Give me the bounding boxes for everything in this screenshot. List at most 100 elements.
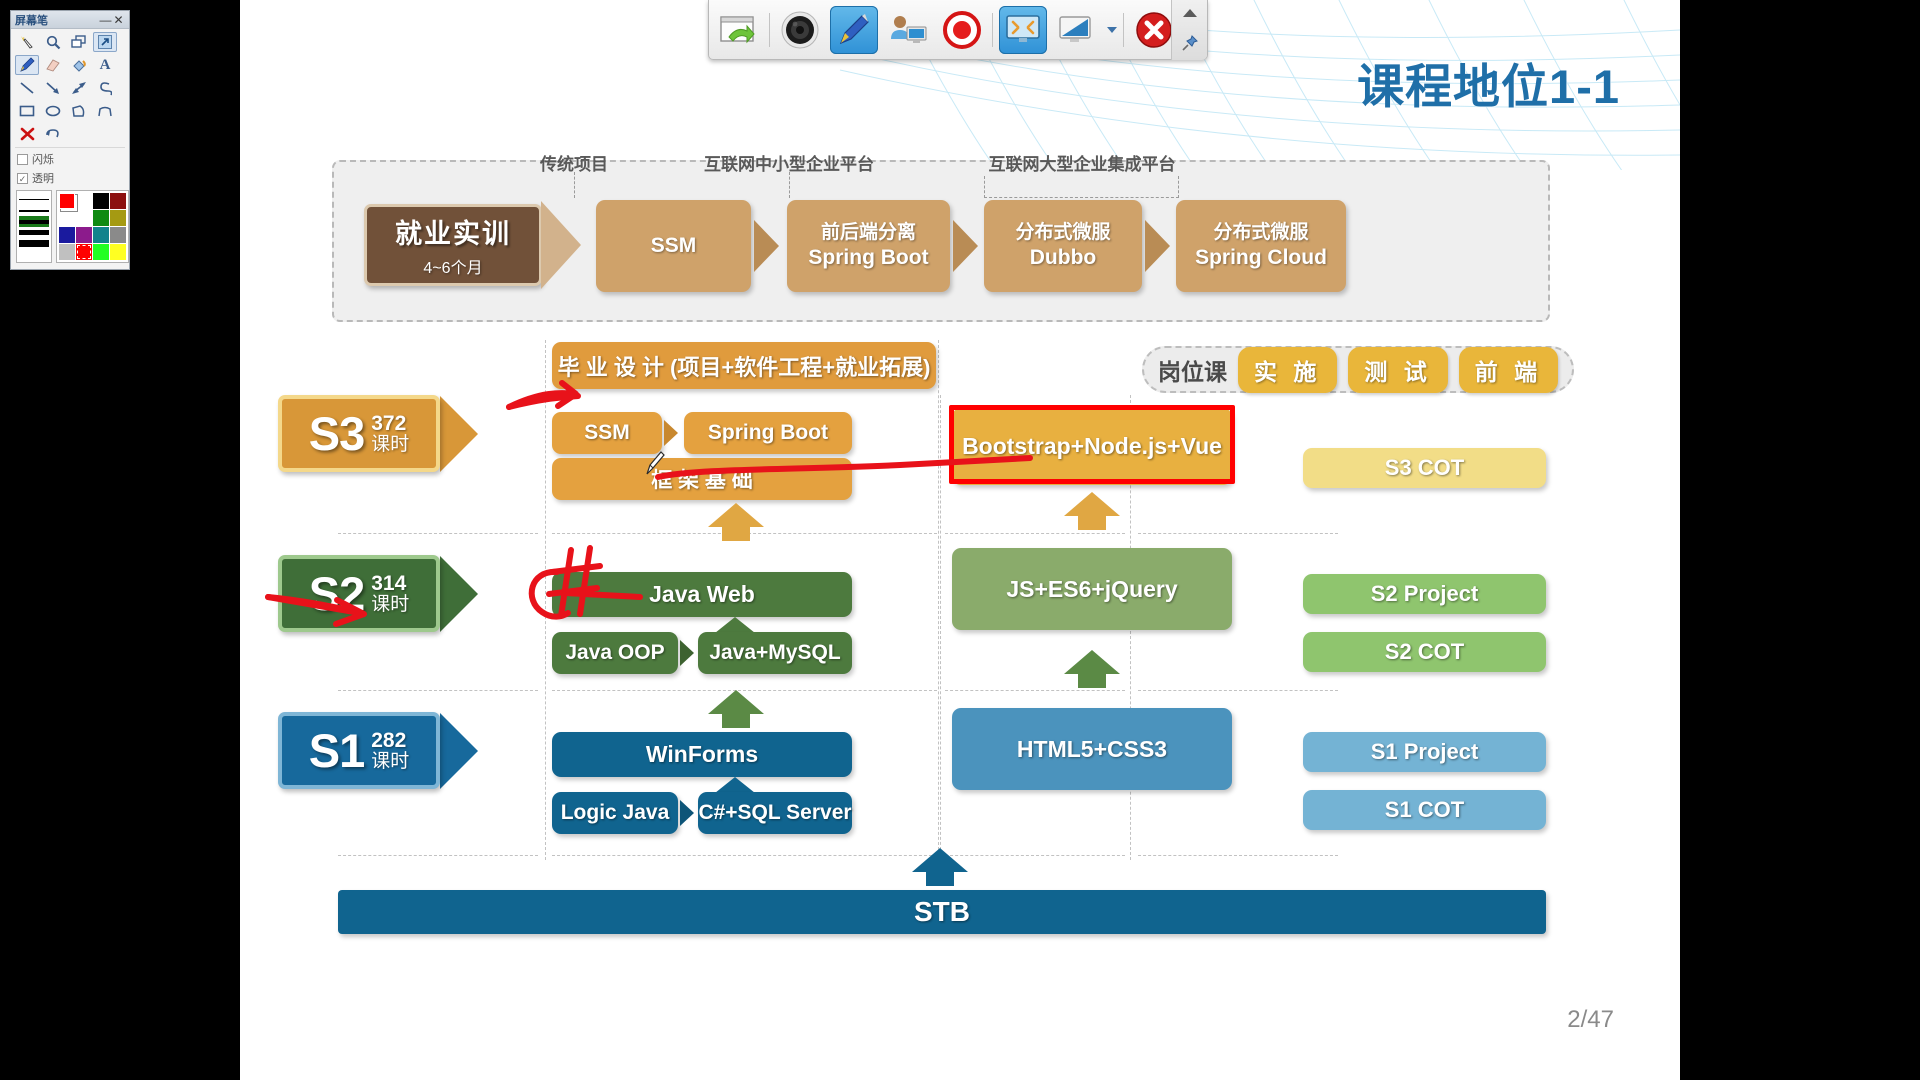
webcam-icon[interactable] [776,6,824,54]
delete-icon[interactable] [15,124,39,144]
stroke-width-picker[interactable] [16,190,52,263]
up-arrow-s2-to-s3-mid [708,503,764,541]
line-icon[interactable] [15,78,39,98]
pin-icon[interactable] [1181,34,1199,52]
flow-arrow-0 [541,201,581,289]
stage-badge-s3: S3 372 课时 [278,395,478,472]
stroke-width-2[interactable] [19,205,49,216]
palette-swatch-gray[interactable] [110,227,126,243]
screen-root: 课程地位1-1 2/47 传统项目 互联网中小型企业平台 互联网大型企业集成平台… [0,0,1920,1080]
palette-swatch-navy[interactable] [59,227,75,243]
page-title: 课程地位1-1 [1357,60,1620,113]
job-course-pill-1[interactable]: 测 试 [1348,346,1448,393]
palette-swatch-black[interactable] [93,193,109,209]
curve-icon[interactable] [93,78,117,98]
current-color-swatch[interactable] [59,193,75,209]
arrow-out-icon[interactable] [93,32,117,52]
pen-toolrow-3 [11,98,129,121]
palette-swatch-red[interactable] [76,244,92,260]
fill-icon[interactable] [67,55,91,75]
stage-arrow-s3 [440,395,478,472]
rect-icon[interactable] [15,101,39,121]
pen-icon[interactable] [830,5,878,54]
palette-swatch-purple[interactable] [76,227,92,243]
row-separator-far-1 [1138,533,1338,534]
caption-tick [574,172,575,198]
row-separator-far-2 [1138,690,1338,691]
slide-canvas: 课程地位1-1 2/47 传统项目 互联网中小型企业平台 互联网大型企业集成平台… [240,0,1680,1080]
toolbar-divider-2 [992,12,993,47]
row-separator-left-2 [338,690,538,691]
employment-track-band: 传统项目 互联网中小型企业平台 互联网大型企业集成平台 就业实训 4~6个月 S… [332,155,1550,322]
palette-swatch-silver[interactable] [59,244,75,260]
transparent-label: 透明 [32,173,54,185]
screen-pen-window[interactable]: 屏幕笔 — ✕ A 闪烁 ✓ 透明 [10,10,130,270]
ellipse-icon[interactable] [41,101,65,121]
mid-s3-springboot: Spring Boot [684,412,852,454]
arrow-icon[interactable] [41,78,65,98]
column-divider-1 [940,395,941,860]
far-s2-cot: S2 COT [1303,632,1546,672]
track-box-ssm: SSM [596,200,751,292]
text-icon[interactable]: A [93,55,117,75]
freeform-icon[interactable] [93,101,117,121]
presenter-icon[interactable] [884,6,932,54]
zoom-icon[interactable] [41,32,65,52]
chevron-down-icon[interactable] [1107,26,1117,33]
collapse-icon[interactable] [1182,8,1197,17]
toolbar-divider-3 [1123,12,1124,47]
fullscreen-icon[interactable] [999,5,1047,54]
pen-bottom-panel [11,186,129,267]
blink-checkbox-box[interactable] [17,153,28,165]
row-separator-left-1 [338,533,538,534]
right-s3-bootstrap: Bootstrap+Node.js+Vue [952,408,1232,485]
transparent-checkbox[interactable]: ✓ 透明 [11,167,129,186]
stage-name-s3: S3 [308,407,365,460]
undo-icon[interactable] [41,124,65,144]
track-box-springboot: 前后端分离 Spring Boot [787,200,950,292]
palette-swatch-olive[interactable] [110,210,126,226]
mouse-cursor-pencil [646,451,665,475]
track-box-dubbo: 分布式微服 Dubbo [984,200,1142,292]
stroke-width-1[interactable] [19,194,49,205]
stage-name-s1: S1 [308,724,365,777]
palette-swatch-darkred[interactable] [110,193,126,209]
flow-arrow-2 [953,220,978,272]
graduation-design-pill: 毕 业 设 计 (项目+软件工程+就业拓展) [552,342,936,389]
double-arrow-icon[interactable] [67,78,91,98]
stroke-width-3[interactable] [19,216,49,227]
polygon-icon[interactable] [67,101,91,121]
record-icon[interactable] [938,6,986,54]
close-icon[interactable]: ✕ [112,14,125,26]
screen-region-icon[interactable] [1053,6,1101,54]
blink-label: 闪烁 [32,154,54,166]
flow-arrow-3 [1145,220,1170,272]
job-course-pill-2[interactable]: 前 端 [1458,346,1559,393]
pencil-icon[interactable] [15,55,39,75]
pen-window-titlebar[interactable]: 屏幕笔 — ✕ [11,11,129,29]
pen-toolrow-0 [11,29,129,52]
restore-window-icon[interactable] [715,6,763,54]
recorder-toolbar[interactable] [708,0,1208,60]
toolbar-divider [769,12,770,47]
palette-swatch-lime[interactable] [93,244,109,260]
eraser-icon[interactable] [41,55,65,75]
up-arrow-javamysql-to-javaweb [715,617,755,633]
palette-swatch-yellow[interactable] [110,244,126,260]
stroke-width-5[interactable] [19,238,49,249]
palette-swatch-teal[interactable] [93,227,109,243]
blink-checkbox[interactable]: 闪烁 [11,148,129,167]
shape-copy-icon[interactable] [67,32,91,52]
up-arrow-s1-to-s2-mid [708,690,764,728]
color-palette[interactable] [56,190,129,263]
palette-swatch-green[interactable] [93,210,109,226]
stroke-width-4[interactable] [19,227,49,238]
minimize-icon[interactable]: — [99,14,112,26]
toolbar-side-panel[interactable] [1171,0,1207,60]
flow-arrow-1 [754,220,779,272]
magic-select-icon[interactable] [15,32,39,52]
employment-training-chip: 就业实训 4~6个月 [364,204,542,286]
job-course-pill-0[interactable]: 实 施 [1238,346,1338,393]
mid-s3-arrow [664,420,678,446]
transparent-checkbox-box[interactable]: ✓ [17,172,28,184]
